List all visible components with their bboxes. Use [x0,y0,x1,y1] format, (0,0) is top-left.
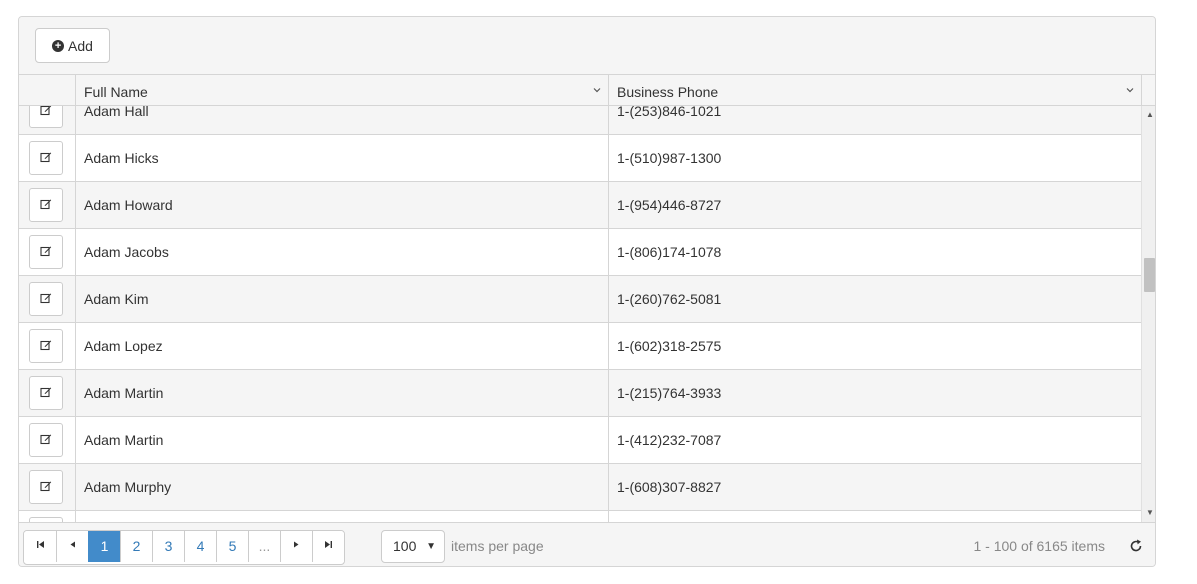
business-phone-cell: 1-(954)446-8727 [608,182,1141,228]
header-business-phone[interactable]: Business Phone [608,75,1141,105]
table-row[interactable]: Adam Martin 1-(412)232-7087 [19,417,1141,464]
business-phone-cell: 1-(602)318-2575 [608,323,1141,369]
edit-cell [19,135,75,181]
last-page-button[interactable] [312,531,344,562]
table-row[interactable]: Adam Jacobs 1-(806)174-1078 [19,229,1141,276]
edit-button[interactable] [29,376,63,410]
edit-cell [19,276,75,322]
edit-button[interactable] [29,282,63,316]
edit-button[interactable] [29,141,63,175]
page-size-select[interactable]: 100 ▼ [381,530,445,563]
header-scrollbar-spacer [1141,75,1155,105]
business-phone-cell: 1-(412)232-7087 [608,417,1141,463]
business-phone-cell: 1-(608)307-8827 [608,464,1141,510]
full-name-cell [75,511,608,522]
page-button[interactable]: 4 [184,531,216,562]
edit-button[interactable] [29,329,63,363]
table-row[interactable]: Adam Hall 1-(253)846-1021 [19,106,1141,135]
grid-rows: Adam Hall 1-(253)846-1021 Adam Hicks 1-(510… [19,106,1141,522]
chevron-down-icon[interactable] [592,75,602,109]
table-row[interactable]: Adam Hicks 1-(510)987-1300 [19,135,1141,182]
edit-icon [40,276,52,322]
header-full-name-label: Full Name [84,84,148,100]
edit-icon [40,182,52,228]
business-phone-cell: 1-(806)174-1078 [608,229,1141,275]
next-page-button[interactable] [280,531,312,562]
full-name-cell: Adam Murphy [75,464,608,510]
page-button[interactable]: 3 [152,531,184,562]
edit-icon [40,417,52,463]
edit-icon [40,464,52,510]
edit-button[interactable] [29,423,63,457]
edit-button[interactable] [29,188,63,222]
full-name-cell: Adam Martin [75,417,608,463]
business-phone-cell: 1-(215)764-3933 [608,370,1141,416]
vertical-scrollbar[interactable]: ▲ ▼ [1141,106,1155,522]
edit-cell [19,106,75,134]
edit-icon [40,323,52,369]
grid-toolbar: + Add [19,17,1155,75]
first-page-button[interactable] [24,531,56,562]
full-name-cell: Adam Martin [75,370,608,416]
scrollbar-thumb[interactable] [1144,258,1155,292]
edit-icon [40,370,52,416]
full-name-cell: Adam Jacobs [75,229,608,275]
items-per-page-label: items per page [451,538,544,554]
edit-icon [40,511,52,522]
add-button-label: Add [68,37,93,54]
chevron-down-icon[interactable] [1125,75,1135,109]
edit-cell [19,417,75,463]
business-phone-cell: 1-(253)846-1021 [608,106,1141,134]
edit-cell [19,370,75,416]
page-button[interactable]: 5 [216,531,248,562]
edit-icon [40,106,52,134]
header-edit-column [19,75,75,105]
full-name-cell: Adam Kim [75,276,608,322]
table-row[interactable]: Adam Martin 1-(215)764-3933 [19,370,1141,417]
full-name-cell: Adam Hall [75,106,608,134]
header-business-phone-label: Business Phone [617,84,719,100]
business-phone-cell: 1-(260)762-5081 [608,276,1141,322]
edit-cell [19,464,75,510]
business-phone-cell: 1-(510)987-1300 [608,135,1141,181]
edit-cell [19,511,75,522]
edit-icon [40,229,52,275]
refresh-icon[interactable] [1127,537,1145,555]
full-name-cell: Adam Howard [75,182,608,228]
full-name-cell: Adam Lopez [75,323,608,369]
edit-cell [19,229,75,275]
scroll-down-arrow-icon[interactable]: ▼ [1142,506,1155,520]
page-button[interactable]: 1 [88,531,120,562]
edit-icon [40,135,52,181]
data-grid: + Add Full Name Business Phone Adam Hall… [18,16,1156,567]
table-row[interactable]: Adam Lopez 1-(602)318-2575 [19,323,1141,370]
page-button[interactable]: 2 [120,531,152,562]
full-name-cell: Adam Hicks [75,135,608,181]
previous-page-button[interactable] [56,531,88,562]
grid-pager: 1 2 3 4 5... 100 ▼ items per page 1 - 100 of… [19,522,1155,566]
table-row[interactable]: Adam Kim 1-(260)762-5081 [19,276,1141,323]
edit-cell [19,182,75,228]
table-row[interactable] [19,511,1141,522]
grid-header: Full Name Business Phone [19,75,1155,106]
table-row[interactable]: Adam Murphy 1-(608)307-8827 [19,464,1141,511]
pagination: 1 2 3 4 5... [23,530,345,565]
pager-info: 1 - 100 of 6165 items [973,538,1105,554]
edit-button[interactable] [29,106,63,128]
table-row[interactable]: Adam Howard 1-(954)446-8727 [19,182,1141,229]
edit-button[interactable] [29,470,63,504]
business-phone-cell [608,511,1141,522]
header-full-name[interactable]: Full Name [75,75,608,105]
edit-cell [19,323,75,369]
scroll-up-arrow-icon[interactable]: ▲ [1142,108,1155,122]
page-size-value: 100 [393,538,417,554]
edit-button[interactable] [29,235,63,269]
add-button[interactable]: + Add [35,28,110,63]
plus-circle-icon: + [52,39,65,52]
more-pages-button[interactable]: ... [248,531,280,562]
caret-down-icon: ▼ [426,541,436,552]
grid-body: Adam Hall 1-(253)846-1021 Adam Hicks 1-(510… [19,106,1141,522]
